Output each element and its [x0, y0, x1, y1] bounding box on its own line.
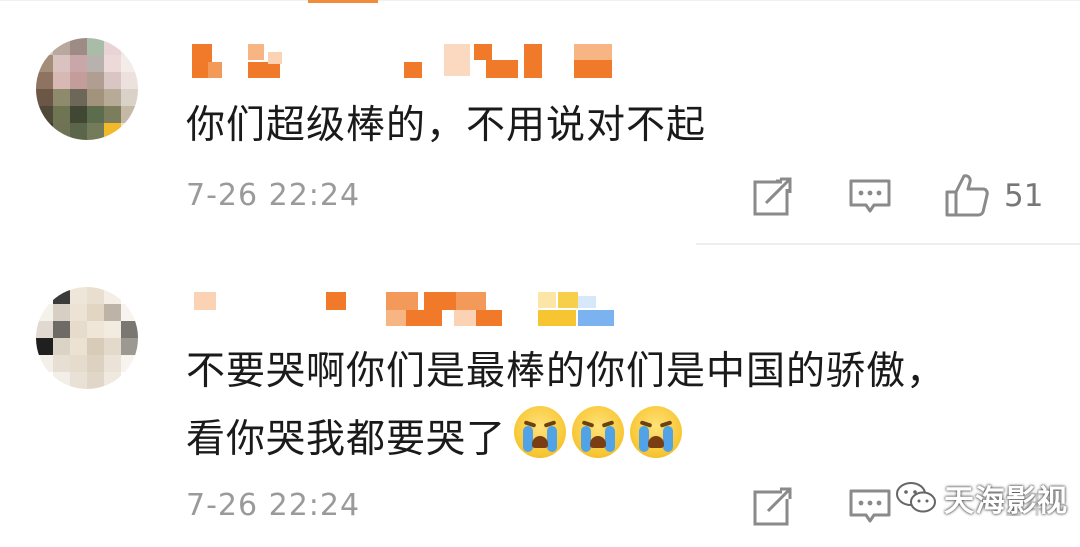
- comment-icon[interactable]: [848, 178, 892, 216]
- wechat-icon: [896, 482, 936, 513]
- username-redacted[interactable]: [186, 292, 616, 328]
- comment-text-line-1: 不要哭啊你们是最棒的你们是中国的骄傲，: [186, 349, 947, 394]
- top-border: [0, 0, 1080, 1]
- comment-divider: [696, 243, 1080, 245]
- crying-emoji-icon: [630, 406, 683, 458]
- comment-text-line-2-text: 看你哭我都要哭了: [186, 417, 507, 462]
- watermark-text: 天海影视: [944, 484, 1068, 519]
- share-icon[interactable]: [752, 177, 794, 217]
- crying-emoji-icon: [572, 406, 625, 458]
- comment-icon[interactable]: [848, 488, 892, 526]
- timestamp: 7-26 22:24: [186, 488, 361, 523]
- username-redacted[interactable]: [186, 44, 616, 80]
- top-accent-bar: [308, 0, 378, 3]
- watermark: 天海影视: [896, 470, 1068, 526]
- thumbs-up-icon[interactable]: [944, 172, 990, 218]
- share-icon[interactable]: [752, 487, 794, 527]
- comment-text-line-2: 看你哭我都要哭了: [186, 406, 683, 469]
- like-count: 51: [1004, 178, 1044, 214]
- timestamp: 7-26 22:24: [186, 178, 361, 213]
- avatar[interactable]: [36, 287, 138, 389]
- avatar[interactable]: [36, 38, 138, 140]
- emoji-group: [514, 406, 683, 458]
- crying-emoji-icon: [514, 406, 567, 458]
- comment-text: 你们超级棒的，不用说对不起: [186, 103, 707, 148]
